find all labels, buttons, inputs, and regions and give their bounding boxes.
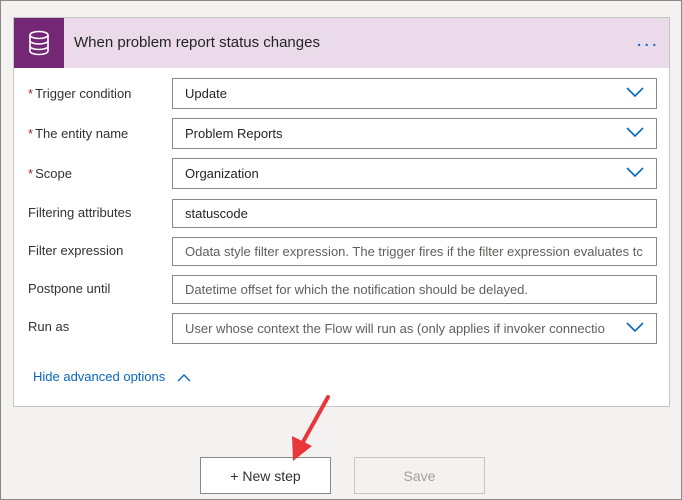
more-options-icon[interactable]: ... xyxy=(636,30,659,50)
field-row-run-as: Run as User whose context the Flow will … xyxy=(14,313,669,345)
field-row-filtering-attributes: Filtering attributes statuscode xyxy=(14,199,669,231)
chevron-down-icon xyxy=(626,321,644,333)
save-button[interactable]: Save xyxy=(354,457,485,494)
required-marker: * xyxy=(28,166,34,181)
postpone-until-input[interactable]: Datetime offset for which the notificati… xyxy=(172,275,657,304)
input-placeholder: Datetime offset for which the notificati… xyxy=(185,282,529,297)
field-row-entity-name: * The entity name Problem Reports xyxy=(14,118,669,150)
field-label: Postpone until xyxy=(28,281,111,296)
run-as-dropdown[interactable]: User whose context the Flow will run as … xyxy=(172,313,657,344)
field-row-filter-expression: Filter expression Odata style filter exp… xyxy=(14,237,669,269)
trigger-card: When problem report status changes ... *… xyxy=(13,17,670,407)
required-marker: * xyxy=(28,126,34,141)
chevron-up-icon xyxy=(177,374,191,382)
dropdown-value: Organization xyxy=(185,166,259,181)
hide-advanced-options-link[interactable]: Hide advanced options xyxy=(33,369,191,384)
required-marker: * xyxy=(28,86,34,101)
filter-expression-input[interactable]: Odata style filter expression. The trigg… xyxy=(172,237,657,266)
chevron-down-icon xyxy=(626,127,644,138)
input-placeholder: Odata style filter expression. The trigg… xyxy=(185,244,643,259)
card-header[interactable]: When problem report status changes ... xyxy=(14,18,669,68)
entity-name-dropdown[interactable]: Problem Reports xyxy=(172,118,657,149)
field-label: Run as xyxy=(28,319,70,334)
field-label: * The entity name xyxy=(28,126,129,141)
field-label: Filter expression xyxy=(28,243,124,258)
scope-dropdown[interactable]: Organization xyxy=(172,158,657,189)
dropdown-value: Problem Reports xyxy=(185,126,283,141)
field-row-trigger-condition: * Trigger condition Update xyxy=(14,78,669,110)
field-label: * Scope xyxy=(28,166,72,181)
filtering-attributes-input[interactable]: statuscode xyxy=(172,199,657,228)
database-icon xyxy=(14,18,64,68)
field-label: * Trigger condition xyxy=(28,86,132,101)
chevron-down-icon xyxy=(626,87,644,98)
field-row-postpone-until: Postpone until Datetime offset for which… xyxy=(14,275,669,307)
field-row-scope: * Scope Organization xyxy=(14,158,669,190)
link-label: Hide advanced options xyxy=(33,369,166,384)
card-title: When problem report status changes xyxy=(74,34,320,51)
dropdown-value: Update xyxy=(185,86,227,101)
trigger-condition-dropdown[interactable]: Update xyxy=(172,78,657,109)
dropdown-placeholder: User whose context the Flow will run as … xyxy=(185,321,605,336)
chevron-down-icon xyxy=(626,167,644,178)
field-label: Filtering attributes xyxy=(28,205,132,220)
new-step-button[interactable]: + New step xyxy=(200,457,331,494)
